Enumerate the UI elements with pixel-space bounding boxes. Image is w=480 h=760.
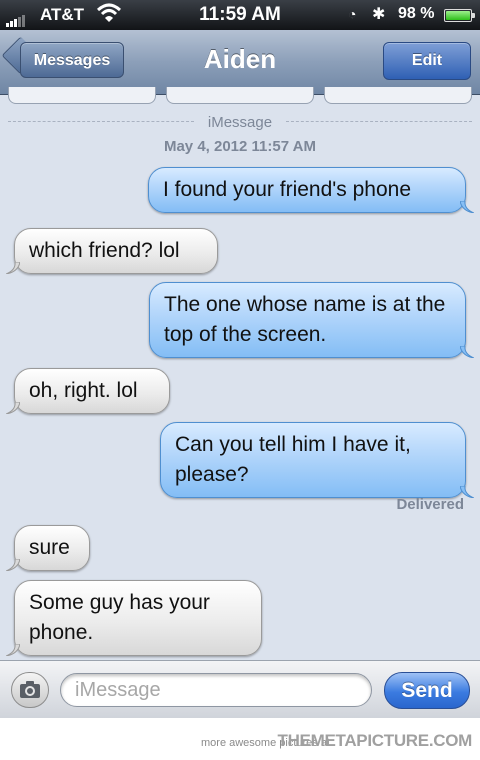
status-bar: AT&T 11:59 AM ◔ ✱ 98 % [0, 0, 480, 30]
outgoing-message[interactable]: Can you tell him I have it, please? [160, 422, 474, 498]
incoming-message[interactable]: Some guy has your phone. [6, 580, 262, 656]
watermark-footer: more awesome pictures at THEMETAPICTURE.… [0, 718, 480, 760]
message-input[interactable] [60, 673, 372, 707]
watermark-brand[interactable]: THEMETAPICTURE.COM [278, 731, 473, 751]
battery-icon [444, 9, 475, 22]
contact-action-button[interactable] [324, 87, 472, 104]
contact-actions-strip [0, 87, 480, 107]
bubble-tail [6, 644, 20, 656]
message-text: which friend? lol [29, 239, 180, 262]
camera-icon [20, 681, 40, 698]
battery-percent: 98 % [398, 5, 435, 22]
message-text: I found your friend's phone [163, 178, 412, 201]
edit-button[interactable]: Edit [383, 42, 471, 80]
message-text: oh, right. lol [29, 379, 138, 402]
send-button[interactable]: Send [384, 672, 470, 709]
battery-fill [446, 11, 470, 20]
service-label: iMessage [207, 114, 273, 131]
incoming-message[interactable]: oh, right. lol [6, 368, 170, 414]
compose-bar: Send [0, 660, 480, 718]
thread-timestamp: May 4, 2012 11:57 AM [163, 138, 317, 155]
outgoing-message[interactable]: The one whose name is at the top of the … [149, 282, 474, 358]
navigation-bar: Messages Aiden Edit [0, 30, 480, 95]
bluetooth-icon: ✱ [372, 6, 386, 23]
incoming-message[interactable]: which friend? lol [6, 228, 218, 274]
message-text: Some guy has your phone. [29, 591, 210, 644]
outgoing-message[interactable]: I found your friend's phone [148, 167, 474, 213]
lock-rotation-icon: ◔ [348, 6, 357, 22]
delivered-status: Delivered [396, 496, 464, 513]
message-text: The one whose name is at the top of the … [164, 293, 446, 346]
bubble-tail [460, 201, 474, 213]
message-text: Can you tell him I have it, please? [175, 433, 411, 486]
bubble-tail [6, 402, 20, 414]
bubble-tail [460, 346, 474, 358]
message-text: sure [29, 536, 70, 559]
messages-back-button[interactable]: Messages [20, 42, 124, 78]
battery-tip [472, 13, 475, 18]
incoming-message[interactable]: sure [6, 525, 90, 571]
contact-action-button[interactable] [8, 87, 156, 104]
camera-button[interactable] [11, 672, 49, 708]
contact-action-button[interactable] [166, 87, 314, 104]
phone-screen: AT&T 11:59 AM ◔ ✱ 98 % Messages Aiden Ed… [0, 0, 480, 718]
bubble-tail [6, 262, 20, 274]
bubble-tail [6, 559, 20, 571]
